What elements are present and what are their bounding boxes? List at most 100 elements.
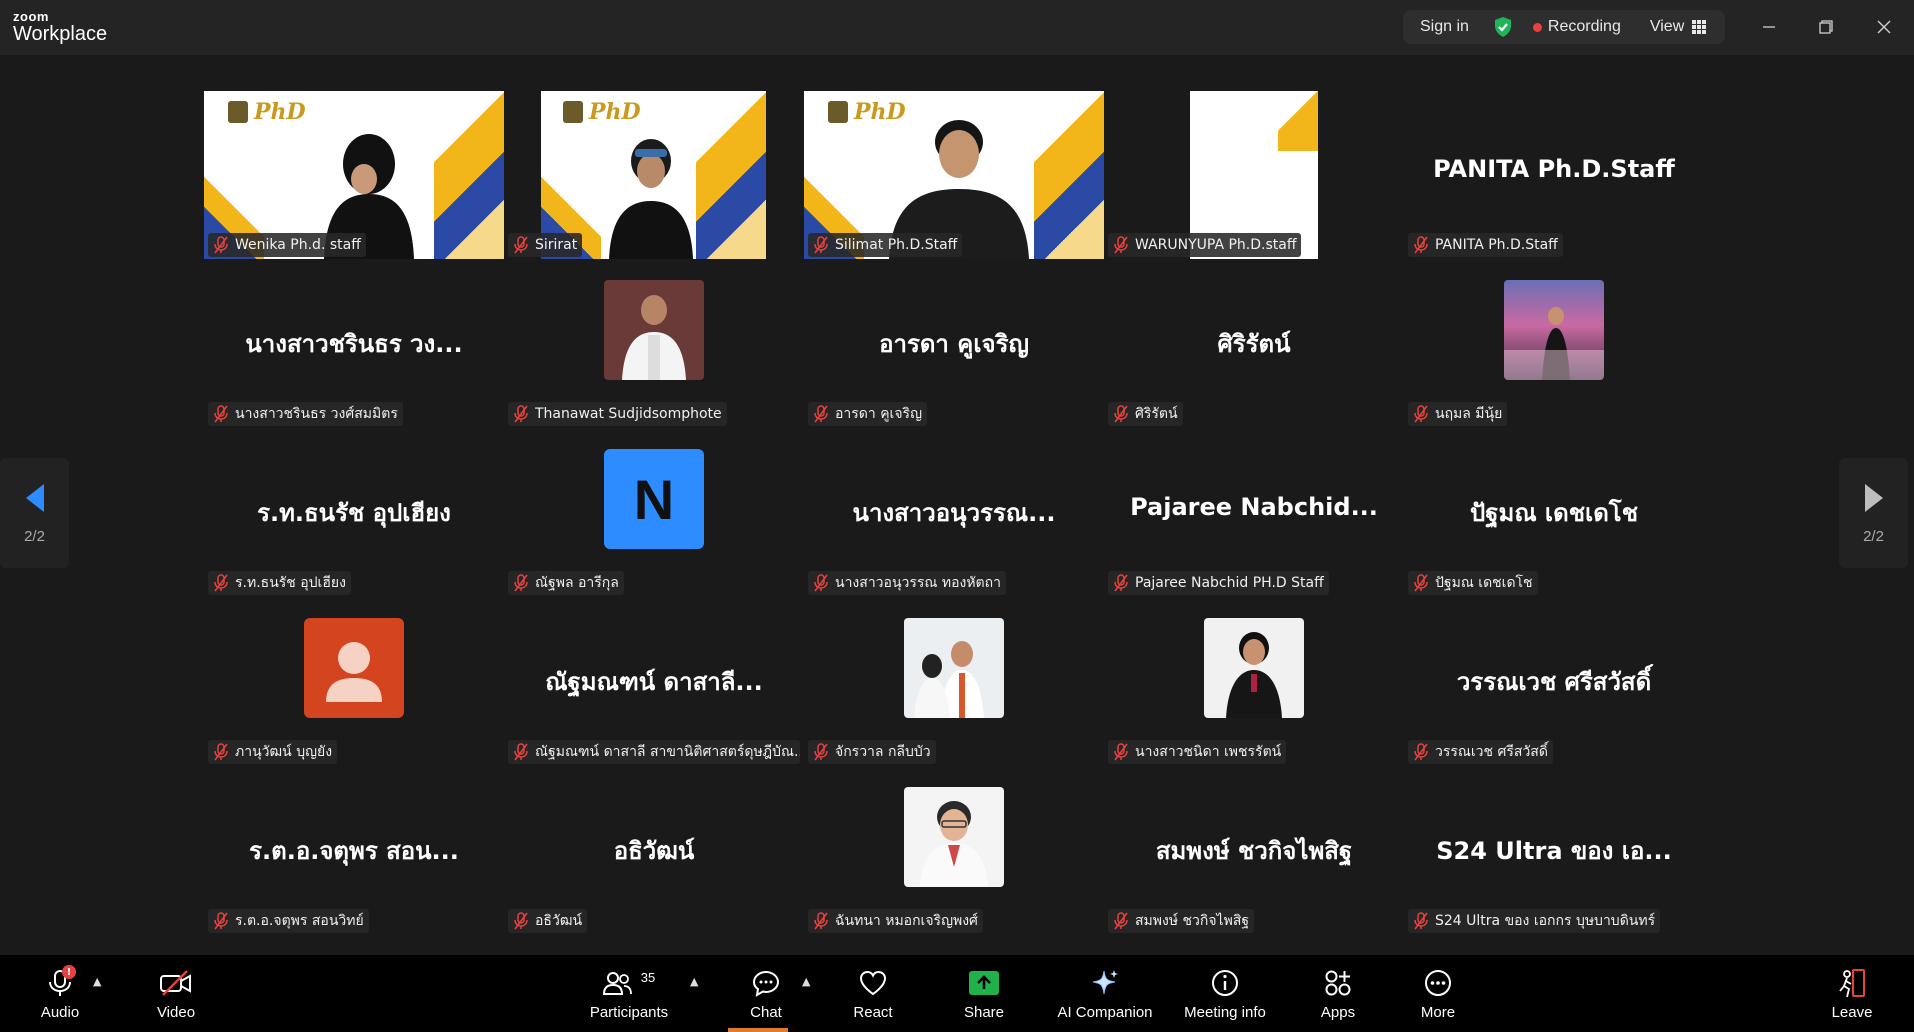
mic-muted-icon xyxy=(1114,743,1128,761)
previous-page-button[interactable]: 2/2 xyxy=(0,458,69,568)
participant-display-name: ณัฐมณฑน์ ดาสาลี... xyxy=(545,668,763,696)
audio-options-chevron-icon[interactable]: ▲ xyxy=(93,975,101,988)
participant-tile[interactable]: สมพงษ์ ชวกิจไพสิฐ สมพงษ์ ชวกิจไพสิฐ xyxy=(1104,767,1404,935)
video-button[interactable]: Video xyxy=(148,955,204,1032)
mic-muted-icon xyxy=(814,574,828,592)
avatar-letter: N xyxy=(633,467,675,531)
participants-count: 35 xyxy=(640,969,656,985)
participant-tile[interactable]: จักรวาล กลีบบัว xyxy=(804,598,1104,766)
participants-button[interactable]: 35 Participants xyxy=(588,955,670,1032)
participant-tile[interactable]: ฉันทนา หมอกเจริญพงศ์ xyxy=(804,767,1104,935)
mic-muted-icon xyxy=(214,912,228,930)
participant-tile[interactable]: PhD Silimat Ph.D.Staff xyxy=(804,91,1104,259)
apps-button[interactable]: Apps xyxy=(1308,955,1368,1032)
close-button[interactable] xyxy=(1869,12,1899,42)
apps-icon xyxy=(1325,970,1351,996)
mic-muted-icon xyxy=(1114,405,1128,423)
mic-muted-icon xyxy=(1414,236,1428,254)
participant-name-label: ณัฐพล อารีกุล xyxy=(508,571,624,595)
participant-display-name: อธิวัฒน์ xyxy=(613,837,695,865)
sign-in-button[interactable]: Sign in xyxy=(1420,18,1469,36)
participant-tile[interactable]: N ณัฐพล อารีกุล xyxy=(504,429,804,597)
participant-tile[interactable]: ร.ต.อ.จตุพร สอน... ร.ต.อ.จตุพร สอนวิทย์ xyxy=(204,767,504,935)
participant-letter-avatar: N xyxy=(604,449,704,549)
view-button[interactable]: View xyxy=(1649,18,1707,36)
heart-icon xyxy=(859,970,887,996)
participant-tile[interactable]: S24 Ultra ของ เอ... S24 Ultra ของ เอกกร … xyxy=(1404,767,1704,935)
participant-tile[interactable]: อารดา คูเจริญ อารดา คูเจริญ xyxy=(804,260,1104,428)
background-stripe xyxy=(1034,91,1104,259)
minimize-button[interactable] xyxy=(1754,12,1784,42)
mic-muted-icon xyxy=(514,743,528,761)
participant-tile[interactable]: PANITA Ph.D.Staff PANITA Ph.D.Staff xyxy=(1404,91,1704,259)
participant-display-name: นางสาวอนุวรรณ... xyxy=(852,499,1056,527)
minimize-icon xyxy=(1763,26,1775,28)
product-name: Workplace xyxy=(13,23,108,45)
participant-figure xyxy=(609,139,693,259)
mic-muted-icon xyxy=(514,574,528,592)
mic-muted-icon xyxy=(514,405,528,423)
participant-name-label: ภานุวัฒน์ บุญยัง xyxy=(208,740,338,764)
mic-muted-icon xyxy=(1414,743,1428,761)
more-button[interactable]: More xyxy=(1408,955,1468,1032)
participant-tile[interactable]: PhD WARUNYUPA Ph.D.staff xyxy=(1104,91,1404,259)
ai-sparkle-icon xyxy=(1092,970,1118,995)
next-page-button[interactable]: 2/2 xyxy=(1839,458,1908,568)
chat-icon xyxy=(752,970,780,997)
participant-tile[interactable]: อธิวัฒน์ อธิวัฒน์ xyxy=(504,767,804,935)
participant-tile[interactable]: นางสาวชรินธร วง... นางสาวชรินธร วงศ์สมมิ… xyxy=(204,260,504,428)
background-stripe xyxy=(696,91,766,259)
participant-tile[interactable]: PhD Wenika Ph.d. staff xyxy=(204,91,504,259)
participant-tile[interactable]: นางสาวอนุวรรณ... นางสาวอนุวรรณ ทองหัตถา xyxy=(804,429,1104,597)
participant-tile[interactable]: ภานุวัฒน์ บุญยัง xyxy=(204,598,504,766)
recording-indicator[interactable]: Recording xyxy=(1532,18,1621,36)
mic-muted-icon xyxy=(214,405,228,423)
participant-tile[interactable]: PhD Sirirat xyxy=(504,91,804,259)
react-label: React xyxy=(853,1004,893,1021)
participant-name-label: วรรณเวช ศรีสวัสดิ์ xyxy=(1408,740,1553,764)
participant-tile[interactable]: ร.ท.ธนรัช อุปเฮียง ร.ท.ธนรัช อุปเฮียง xyxy=(204,429,504,597)
participant-tile[interactable]: ปัฐมณ เดชเดโช ปัฐมณ เดชเดโช xyxy=(1404,429,1704,597)
security-shield-icon[interactable] xyxy=(1493,16,1513,38)
participant-tile[interactable]: Thanawat Sudjidsomphote xyxy=(504,260,804,428)
phd-logo-badge xyxy=(228,101,248,123)
share-button[interactable]: Share xyxy=(954,955,1014,1032)
participant-tile[interactable]: นฤมล มีนุ้ย xyxy=(1404,260,1704,428)
restore-button[interactable] xyxy=(1811,12,1841,42)
participant-display-name: PANITA Ph.D.Staff xyxy=(1433,155,1675,183)
participant-name-label: Wenika Ph.d. staff xyxy=(208,233,366,257)
leave-button[interactable]: Leave xyxy=(1822,955,1882,1032)
participant-tile[interactable]: ณัฐมณฑน์ ดาสาลี... ณัฐมณฑน์ ดาสาลี สาขาน… xyxy=(504,598,804,766)
participant-tile[interactable]: วรรณเวช ศรีสวัสดิ์ วรรณเวช ศรีสวัสดิ์ xyxy=(1404,598,1704,766)
participant-name-label: WARUNYUPA Ph.D.staff xyxy=(1108,233,1302,257)
mic-muted-icon xyxy=(1414,405,1428,423)
react-button[interactable]: React xyxy=(843,955,903,1032)
participant-name-label: S24 Ultra ของ เอกกร บุษบาบดินทร์ xyxy=(1408,909,1661,933)
apps-label: Apps xyxy=(1320,1004,1356,1021)
share-label: Share xyxy=(963,1004,1005,1021)
zoom-meeting-window: zoom Workplace Sign in Recording View 2/… xyxy=(0,0,1914,1032)
view-label: View xyxy=(1649,18,1685,35)
arrow-left-icon xyxy=(25,483,44,512)
participant-name-label: อารดา คูเจริญ xyxy=(808,402,927,426)
default-user-avatar xyxy=(304,618,404,718)
ai-companion-button[interactable]: AI Companion xyxy=(1052,955,1158,1032)
participant-tile[interactable]: Pajaree Nabchid... Pajaree Nabchid PH.D … xyxy=(1104,429,1404,597)
title-bar: zoom Workplace Sign in Recording View xyxy=(0,0,1914,55)
chat-options-chevron-icon[interactable]: ▲ xyxy=(802,975,810,988)
phd-logo-badge xyxy=(563,101,583,123)
participant-tile[interactable]: ศิริรัตน์ ศิริรัตน์ xyxy=(1104,260,1404,428)
participant-display-name: ปัฐมณ เดชเดโช xyxy=(1470,499,1638,527)
video-label: Video xyxy=(156,1004,196,1021)
participant-tile[interactable]: นางสาวชนิดา เพชรรัตน์ xyxy=(1104,598,1404,766)
phd-logo: PhD xyxy=(254,99,306,125)
audio-alert-badge: ! xyxy=(62,965,76,979)
meeting-info-button[interactable]: Meeting info xyxy=(1178,955,1272,1032)
participant-display-name: วรรณเวช ศรีสวัสดิ์ xyxy=(1456,668,1652,696)
participant-name-label: จักรวาล กลีบบัว xyxy=(808,740,936,764)
participants-options-chevron-icon[interactable]: ▲ xyxy=(690,975,698,988)
mic-muted-icon xyxy=(814,912,828,930)
participant-name-label: PANITA Ph.D.Staff xyxy=(1408,233,1563,257)
audio-button[interactable]: ! Audio xyxy=(32,955,88,1032)
chat-button[interactable]: Chat xyxy=(736,955,796,1032)
